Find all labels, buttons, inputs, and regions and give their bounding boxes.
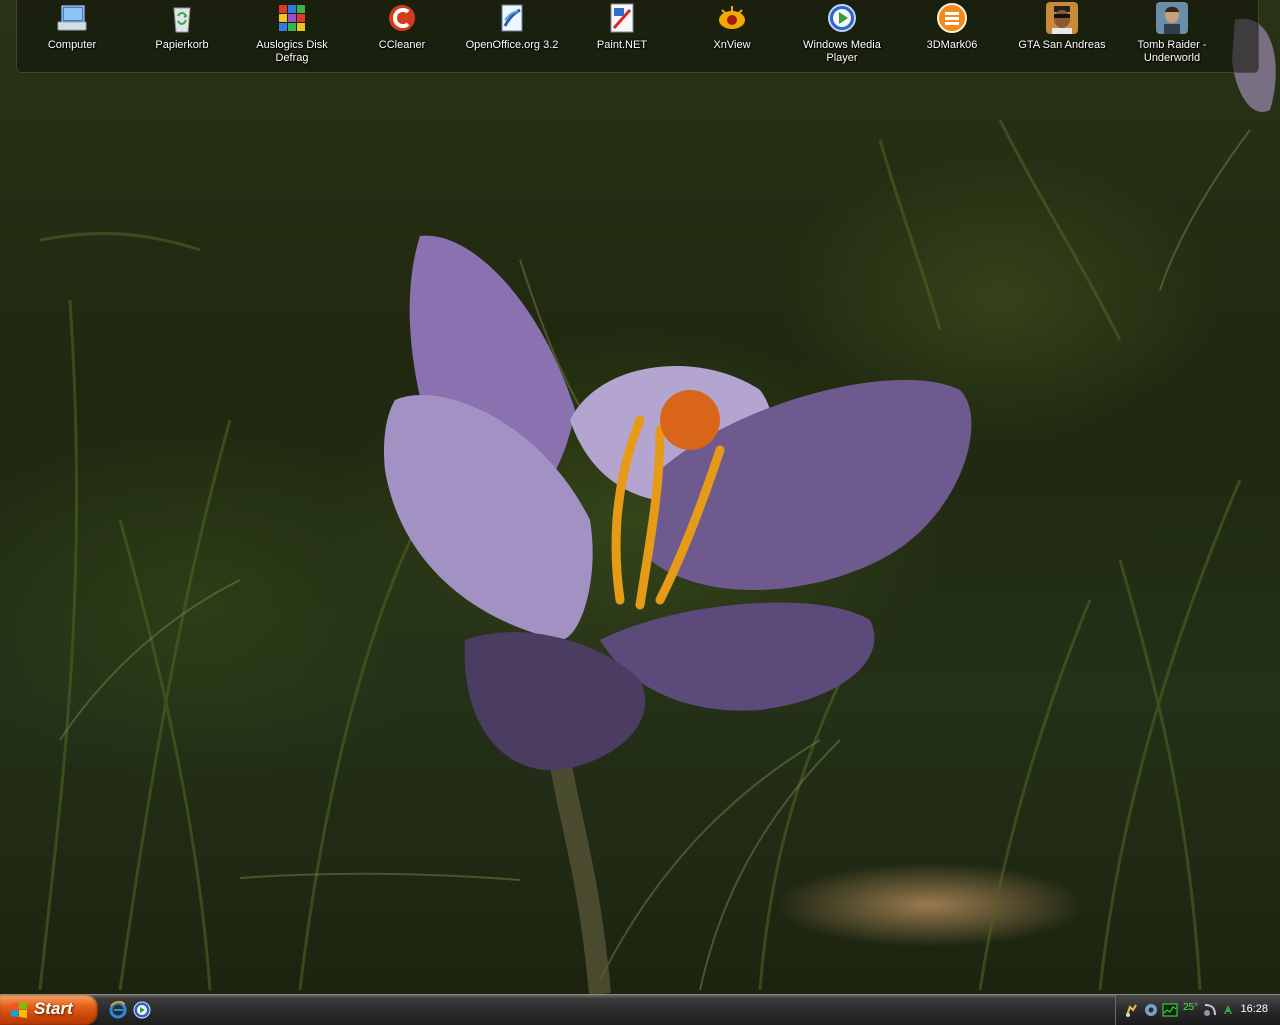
system-tray: 25° 16:28 — [1115, 995, 1280, 1025]
temperature-readout: 25° — [1183, 1002, 1199, 1013]
desktop-icon-recycle-bin[interactable]: Papierkorb — [129, 2, 235, 52]
ccleaner-icon — [386, 2, 418, 34]
recycle-bin-icon — [166, 2, 198, 34]
tomb-raider-icon — [1156, 2, 1188, 34]
start-button-label: Start — [34, 999, 73, 1018]
media-player-icon[interactable] — [133, 1001, 151, 1019]
desktop-icon-label: 3DMark06 — [926, 39, 978, 51]
windows-logo-icon — [10, 1002, 28, 1018]
desktop-icon-label: Computer — [47, 39, 97, 51]
paintnet-icon — [606, 2, 638, 34]
desktop-icon-label: Paint.NET — [596, 39, 648, 51]
taskbar: Start 25° 16:28 — [0, 994, 1280, 1025]
desktop-icon-label: Auslogics Disk Defrag — [256, 39, 328, 64]
gta-icon — [1046, 2, 1078, 34]
xnview-icon — [716, 2, 748, 34]
desktop-icon-label: GTA San Andreas — [1018, 39, 1106, 51]
desktop-icon-gta[interactable]: GTA San Andreas — [1009, 2, 1115, 52]
desktop-icon-xnview[interactable]: XnView — [679, 2, 785, 52]
satellite-icon[interactable] — [1202, 1002, 1218, 1018]
desktop-icon-computer[interactable]: Computer — [19, 2, 125, 52]
desktop-icon-3dmark[interactable]: 3DMark06 — [899, 2, 1005, 52]
desktop-icon-label: CCleaner — [378, 39, 426, 51]
openoffice-icon — [496, 2, 528, 34]
desktop-icon-label: Papierkorb — [155, 39, 209, 51]
desktop-icon-label: Tomb Raider - Underworld — [1137, 39, 1207, 64]
monitor-graph-icon[interactable] — [1162, 1002, 1178, 1018]
desktop-icon-label: XnView — [713, 39, 751, 51]
desktop-icon-bar: Computer Papierkorb Auslogics Disk Defra… — [16, 0, 1259, 73]
desktop-icon-disk-defrag[interactable]: Auslogics Disk Defrag — [239, 2, 345, 65]
desktop-icon-label: Windows Media Player — [803, 39, 881, 64]
desktop-icon-openoffice[interactable]: OpenOffice.org 3.2 — [459, 2, 565, 52]
start-button[interactable]: Start — [0, 995, 98, 1025]
update-arrow-icon[interactable] — [1220, 1002, 1236, 1018]
desktop-icon-media-player[interactable]: Windows Media Player — [789, 2, 895, 65]
network-icon[interactable] — [1124, 1002, 1140, 1018]
desktop-icon-tomb-raider[interactable]: Tomb Raider - Underworld — [1119, 2, 1225, 65]
computer-icon — [56, 2, 88, 34]
desktop-icon-label: OpenOffice.org 3.2 — [465, 39, 559, 51]
3dmark-icon — [936, 2, 968, 34]
clock[interactable]: 16:28 — [1240, 1003, 1268, 1015]
desktop-icon-ccleaner[interactable]: CCleaner — [349, 2, 455, 52]
media-player-icon — [826, 2, 858, 34]
internet-explorer-icon[interactable] — [109, 1001, 127, 1019]
disk-defrag-icon — [276, 2, 308, 34]
gear-icon[interactable] — [1143, 1002, 1159, 1018]
desktop-icon-paintnet[interactable]: Paint.NET — [569, 2, 675, 52]
desktop-wallpaper — [0, 0, 1280, 994]
